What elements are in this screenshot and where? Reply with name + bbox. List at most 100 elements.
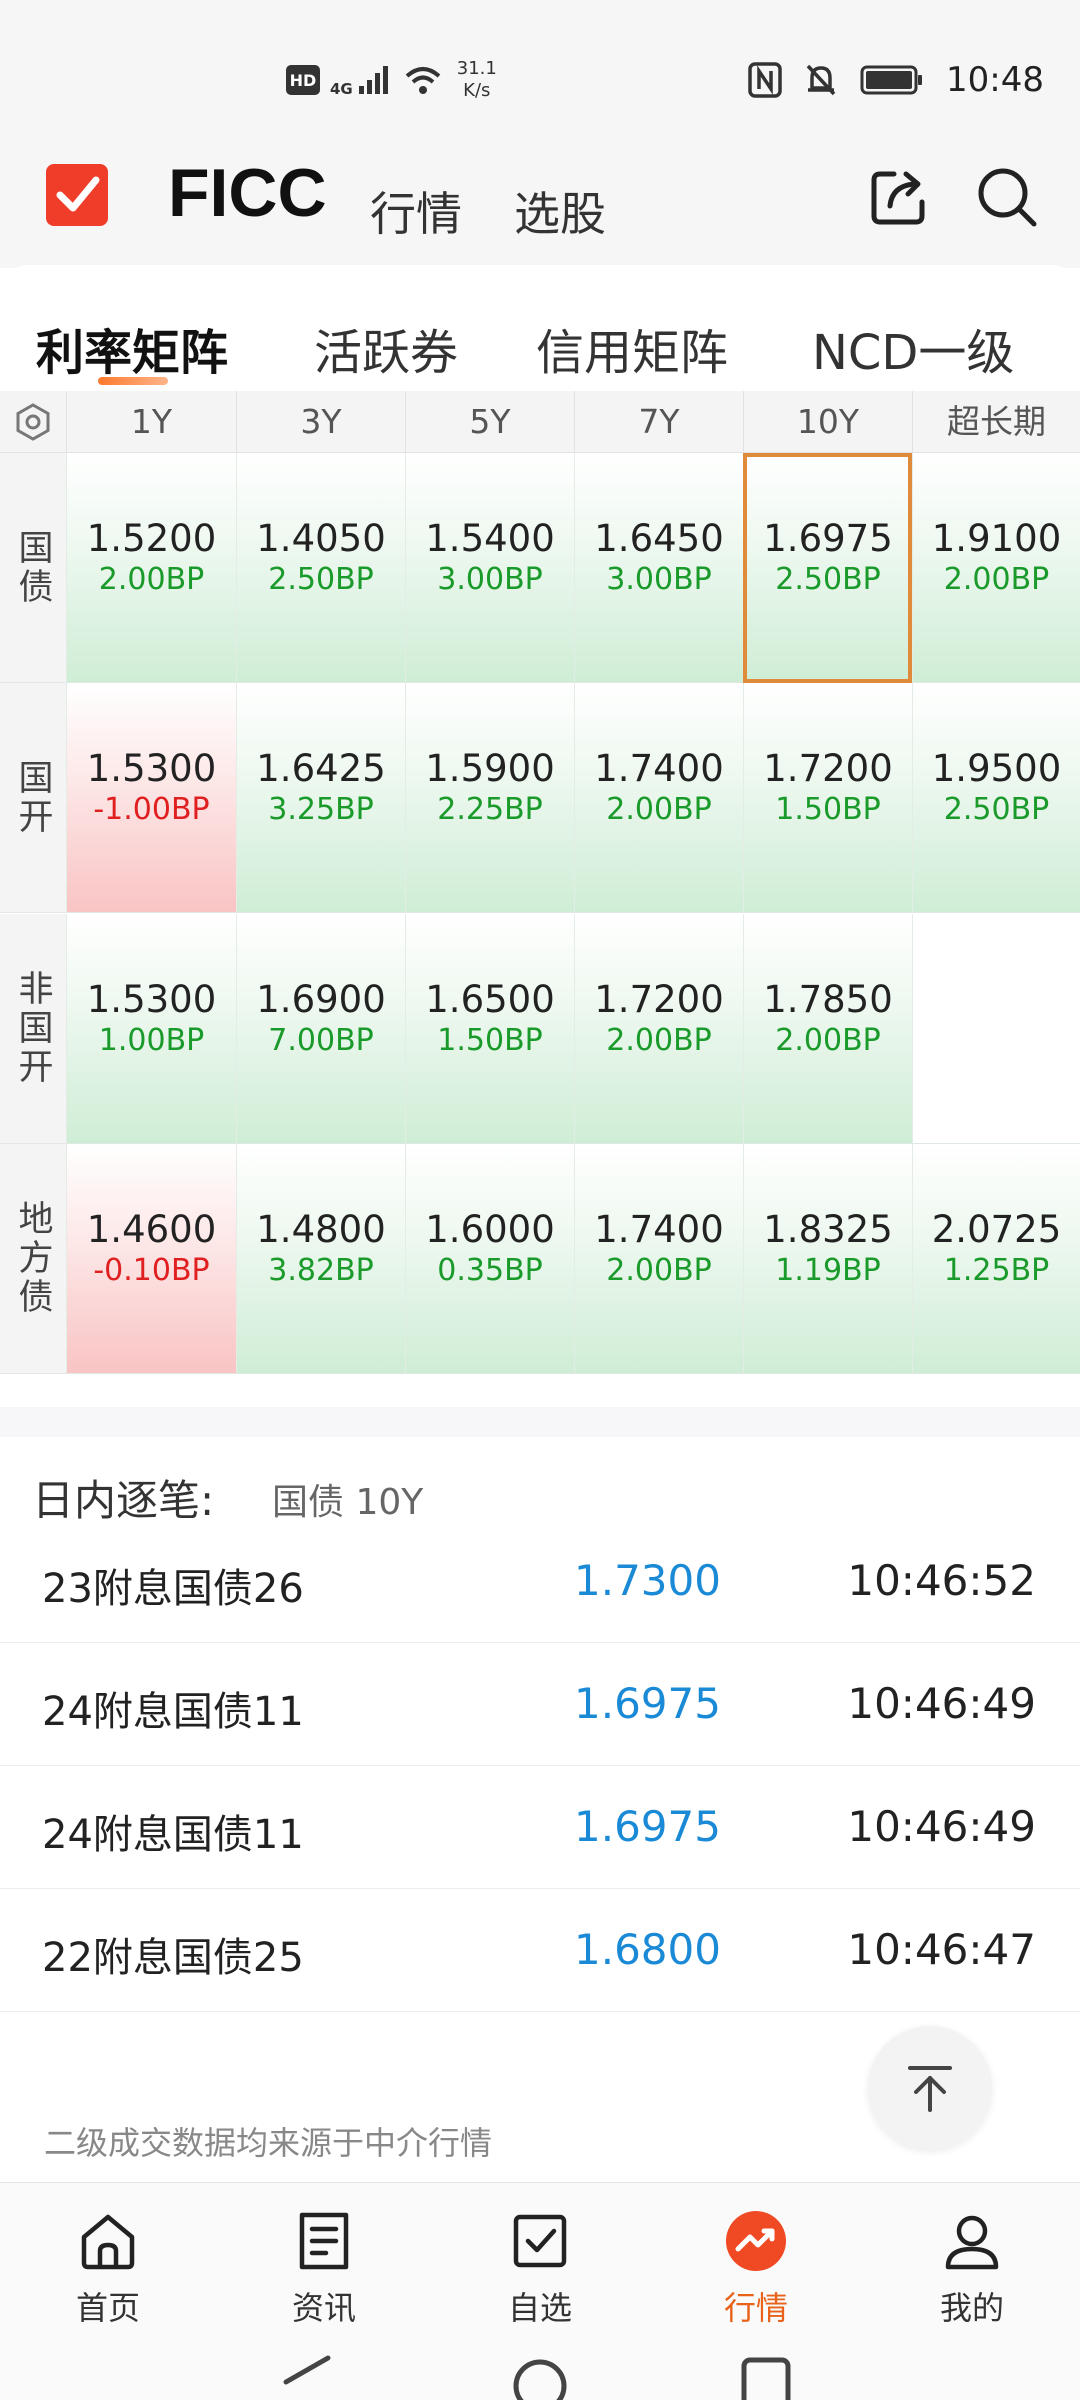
matrix-cell[interactable]: 1.5300 -1.00BP [66, 683, 236, 913]
nav-market-label: 行情 [723, 2289, 788, 2327]
subtab-credit-matrix[interactable]: 信用矩阵 [536, 313, 728, 383]
net-speed-value: 31.1 [456, 58, 497, 79]
matrix-cell-bp-change: 2.50BP [268, 562, 374, 597]
trade-row[interactable]: 24附息国债11 1.6975 10:46:49 [0, 1643, 1080, 1766]
recents-icon[interactable] [738, 2354, 794, 2400]
intraday-subtitle: 国债 10Y [272, 1482, 424, 1523]
matrix-row-label: 国债 [0, 453, 66, 683]
nav-watchlist-label: 自选 [507, 2289, 572, 2327]
subtab-active-bonds[interactable]: 活跃券 [314, 313, 458, 383]
matrix-header-row: 1Y 3Y 5Y 7Y 10Y 超长期 [0, 391, 1080, 453]
matrix-cell[interactable]: 1.6000 0.35BP [405, 1144, 574, 1374]
matrix-cell[interactable]: 1.6425 3.25BP [236, 683, 405, 913]
app-header: FICC 行情 选股 [0, 150, 1080, 268]
matrix-cell[interactable]: 1.7200 1.50BP [743, 683, 912, 913]
matrix-cell[interactable]: 1.6975 2.50BP [743, 453, 912, 683]
battery-icon [860, 65, 923, 95]
matrix-cell[interactable]: 1.9100 2.00BP [912, 453, 1080, 683]
matrix-cell-bp-change: -0.10BP [93, 1253, 210, 1288]
matrix-cell-yield: 1.6900 [256, 978, 386, 1021]
matrix-cell-bp-change: 2.00BP [775, 1023, 881, 1058]
matrix-cell-yield: 1.6425 [256, 747, 386, 790]
matrix-cell[interactable]: 2.0725 1.25BP [912, 1144, 1080, 1374]
matrix-cell[interactable]: 1.5400 3.00BP [405, 453, 574, 683]
matrix-cell-bp-change: 2.00BP [98, 562, 205, 597]
matrix-cell-bp-change: 1.50BP [437, 1023, 543, 1058]
matrix-cell-bp-change: 2.00BP [606, 1023, 712, 1058]
trade-price: 1.6975 [574, 1679, 721, 1728]
trade-price: 1.6800 [574, 1925, 721, 1974]
watchlist-icon [513, 2214, 567, 2268]
trade-row[interactable]: 22附息国债25 1.6800 10:46:47 [0, 1889, 1080, 2012]
matrix-col-header: 10Y [743, 391, 912, 453]
system-gesture-bar [0, 2332, 1080, 2400]
clock: 10:48 [946, 60, 1044, 100]
intraday-title: 日内逐笔: [32, 1476, 215, 1525]
matrix-col-header: 5Y [405, 391, 574, 453]
app-logo-icon [46, 164, 108, 226]
subtab-active-indicator [98, 377, 168, 385]
matrix-cell[interactable]: 1.7400 2.00BP [574, 683, 743, 913]
nav-profile[interactable]: 我的 [864, 2183, 1080, 2333]
news-icon [299, 2212, 349, 2270]
trade-row[interactable]: 24附息国债11 1.6975 10:46:49 [0, 1766, 1080, 1889]
trade-price: 1.6975 [574, 1802, 721, 1851]
subtab-ncd-primary[interactable]: NCD一级 [812, 313, 1014, 383]
trade-name: 23附息国债26 [42, 1566, 304, 1612]
share-icon[interactable] [864, 162, 934, 232]
home-circle-icon[interactable] [510, 2352, 570, 2400]
matrix-cell[interactable]: 1.7850 2.00BP [743, 914, 912, 1144]
matrix-cell-bp-change: 1.50BP [775, 792, 881, 827]
matrix-cell-bp-change: 1.19BP [775, 1253, 881, 1288]
arrow-up-icon [908, 2066, 952, 2112]
matrix-cell-yield: 1.9500 [931, 747, 1062, 790]
matrix-cell[interactable]: 1.4800 3.82BP [236, 1144, 405, 1374]
page-title: FICC [168, 155, 327, 231]
matrix-cell-bp-change: 2.25BP [437, 792, 543, 827]
matrix-cell-bp-change: 3.00BP [606, 562, 712, 597]
nav-watchlist[interactable]: 自选 [432, 2183, 648, 2333]
matrix-cell-bp-change: 3.00BP [437, 562, 543, 597]
matrix-col-header: 7Y [574, 391, 743, 453]
nav-news[interactable]: 资讯 [216, 2183, 432, 2333]
matrix-cell-yield: 1.6000 [425, 1208, 555, 1251]
nav-profile-label: 我的 [939, 2289, 1004, 2327]
back-to-top-button[interactable] [868, 2026, 992, 2150]
matrix-cell[interactable]: 1.4050 2.50BP [236, 453, 405, 683]
profile-icon [945, 2215, 999, 2270]
header-tab-stock-pick[interactable]: 选股 [514, 178, 606, 244]
matrix-col-header: 3Y [236, 391, 405, 453]
matrix-cell[interactable]: 1.5200 2.00BP [66, 453, 236, 683]
matrix-settings-icon[interactable] [0, 391, 66, 453]
matrix-cell-yield: 1.7850 [763, 978, 893, 1021]
header-tab-market[interactable]: 行情 [370, 178, 462, 244]
matrix-cell-yield: 1.7400 [594, 747, 724, 790]
matrix-cell[interactable]: 1.7400 2.00BP [574, 1144, 743, 1374]
matrix-cell[interactable]: 1.5300 1.00BP [66, 914, 236, 1144]
matrix-cell-yield: 1.7200 [763, 747, 893, 790]
wifi-icon [405, 67, 441, 94]
subtab-rate-matrix[interactable]: 利率矩阵 [36, 313, 228, 383]
matrix-cell [912, 914, 1080, 1144]
matrix-cell[interactable]: 1.9500 2.50BP [912, 683, 1080, 913]
nav-market[interactable]: 行情 [648, 2183, 864, 2333]
search-icon[interactable] [972, 162, 1042, 232]
signal-icon [358, 66, 388, 94]
matrix-cell[interactable]: 1.7200 2.00BP [574, 914, 743, 1144]
matrix-cell[interactable]: 1.6500 1.50BP [405, 914, 574, 1144]
subtab-bar: 利率矩阵 活跃券 信用矩阵 NCD一级 [0, 265, 1080, 391]
nav-home[interactable]: 首页 [0, 2183, 216, 2333]
matrix-cell[interactable]: 1.5900 2.25BP [405, 683, 574, 913]
back-icon[interactable] [278, 2354, 334, 2400]
matrix-cell-bp-change: 3.82BP [268, 1253, 374, 1288]
market-icon [726, 2211, 786, 2271]
matrix-cell-yield: 1.6500 [425, 978, 555, 1021]
trade-row[interactable]: 23附息国债26 1.7300 10:46:52 [0, 1520, 1080, 1643]
matrix-cell[interactable]: 1.4600 -0.10BP [66, 1144, 236, 1374]
matrix-cell[interactable]: 1.8325 1.19BP [743, 1144, 912, 1374]
matrix-cell[interactable]: 1.6450 3.00BP [574, 453, 743, 683]
nfc-icon [748, 62, 782, 98]
matrix-cell[interactable]: 1.6900 7.00BP [236, 914, 405, 1144]
hd-badge: HD [286, 65, 320, 95]
trade-time: 10:46:52 [847, 1556, 1036, 1605]
